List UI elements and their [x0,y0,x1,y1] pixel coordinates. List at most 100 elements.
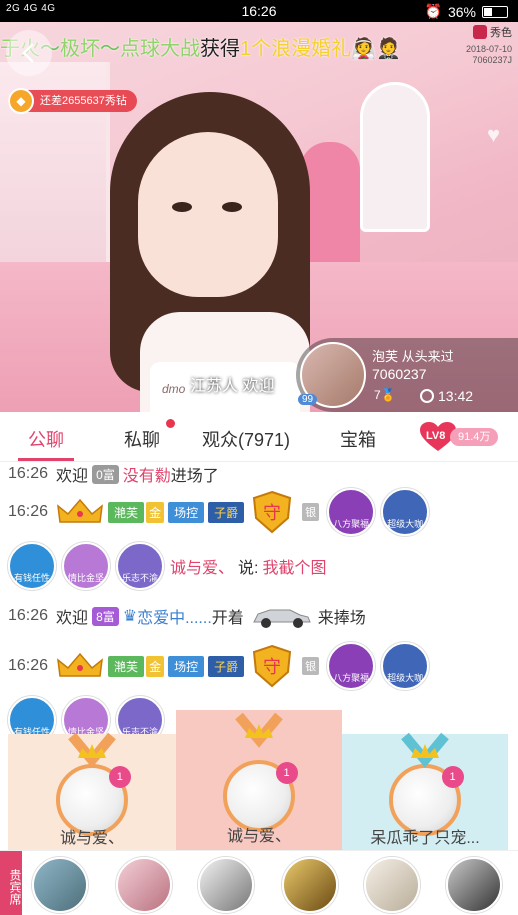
wealth-badge: 8富 [92,606,119,626]
host-level: 7🏅 [374,388,396,402]
gift-sender-name: 诚与爱、 [59,830,124,847]
noble-tag: 子爵 [208,501,245,523]
vip-avatar[interactable] [282,857,338,913]
vip-avatar[interactable] [446,857,502,913]
moderator-tag: 场控 [168,501,205,523]
medal-badge: 情比金坚 [62,542,110,590]
message-text: 欢迎 [56,610,89,627]
tab-audience[interactable]: 观众(7971) [202,426,290,452]
crown-ribbon-icon [235,712,283,748]
message-text: 说: [238,560,259,577]
message-time: 16:26 [8,607,49,624]
host-level-value: 7 [374,388,381,402]
watermark-date: 2018-07-10 [465,44,512,54]
diamond-icon: ◆ [8,88,34,114]
shield-text: 守 [263,657,281,678]
entrance-banner: 江苏人 欢迎 [190,378,275,395]
marquee-sep-2: 〜 [100,38,120,60]
chat-tabs: 公聊 私聊 观众(7971) 宝箱 LV8 91.4万 [0,412,518,462]
tab-active-indicator [18,458,74,461]
vip-avatar[interactable] [32,857,88,913]
message-time: 16:26 [8,657,49,674]
brand: 秀色 [473,24,512,40]
gift-rank-card[interactable]: 1 诚与爱、 [176,710,342,850]
message-text: 来捧场 [317,610,366,627]
host-level-badge-icon: 🏅 [380,388,396,402]
diamond-text: 还差2655637秀钻 [40,95,127,107]
battery-icon [482,5,508,18]
fan-tag: 滟芙 [108,655,145,677]
message-text: 进场了 [170,468,219,485]
vip-crown-icon: ♛ [122,608,138,625]
streamer-eye-right [222,202,242,212]
fan-tag: 滟芙 [108,501,145,523]
tab-private-chat[interactable]: 私聊 [124,426,160,452]
message-text: 欢迎 [56,468,89,485]
alarm-icon: ⏰ [424,3,442,19]
chat-message: 16:26 滟芙 金 场控 子爵 守 银 八方聚福 超级大咖 [8,642,435,690]
gift-rank-panel: 1 诚与爱、 1 诚与爱、 1 呆瓜乖了只宠... [8,710,508,850]
medal-badge: 有钱任性 [8,542,56,590]
gift-marquee: 于火〜极坏〜点球大战获得1个浪漫婚礼👰🤵 [0,32,401,61]
host-id: 7060237 [372,366,427,382]
entrance-level-badge: 99 [298,394,318,405]
vip-avatar[interactable] [116,857,172,913]
streamer-eye-left [172,202,192,212]
watermark-room-id: 7060237J [472,55,512,65]
gift-count-badge: 1 [441,766,464,788]
back-button[interactable] [6,30,52,76]
gold-tag: 金 [146,501,165,523]
gift-count-badge: 1 [108,766,131,788]
crown-icon [57,498,104,523]
brand-name: 秀色 [490,27,512,39]
gift-rank-card[interactable]: 1 诚与爱、 [8,732,176,850]
host-name: 泡芙 从头来过 [372,349,454,364]
diamond-progress[interactable]: ◆ 还差2655637秀钻 [8,88,137,114]
username[interactable]: 恋爱中...... [137,604,212,628]
vip-seat-label[interactable]: 贵宾席 [0,851,22,915]
level-label: LV8 [426,430,446,442]
crown-icon [57,652,104,677]
username[interactable]: 没有勬 [123,462,171,486]
message-content: 我截个图 [262,560,327,577]
gift-count-badge: 1 [275,762,298,784]
streamer-face [138,132,278,297]
guard-shield-icon: 守 [253,644,292,688]
medal-badge: 超级大咖 [381,642,430,690]
live-video[interactable]: dmo 于火〜极坏〜点球大战获得1个浪漫婚礼👰🤵 秀色 2018-07-10 7… [0,22,518,412]
noble-tag: 子爵 [208,655,245,677]
host-card[interactable]: 泡芙 从头来过 7060237 7🏅 13:42 [296,338,518,412]
back-arrow-icon [22,43,34,63]
vip-avatar[interactable] [364,857,420,913]
marquee-part-4: 获得 [200,38,240,60]
gold-tag: 金 [146,655,165,677]
medal-badge: 超级大咖 [381,488,430,536]
guard-shield-icon: 守 [253,490,292,534]
moderator-tag: 场控 [168,655,205,677]
live-time: 13:42 [438,388,474,404]
marquee-part-3: 点球大战 [120,38,200,60]
unread-dot [166,419,175,428]
vip-avatar[interactable] [198,857,254,913]
medal-badge: 乐志不渝 [116,542,164,590]
clock-icon [420,389,434,403]
username[interactable]: 诚与爱、 [170,554,234,578]
chat-message: 16:26 欢迎 0富 没有勬 进场了 [8,462,219,486]
marquee-part-5: 1个浪漫婚礼 [240,38,352,60]
silver-tag: 银 [302,657,320,675]
medal-badge: 八方聚福 [327,642,376,690]
silver-tag: 银 [302,503,320,521]
message-time: 16:26 [8,465,49,482]
brand-logo-icon [473,25,487,39]
marquee-part-2: 极坏 [60,38,100,60]
watermark-logo: 秀色 2018-07-10 7060237J [444,24,512,66]
floating-heart-icon: ♥ [486,122,500,147]
gift-sender-name: 诚与爱、 [226,828,291,845]
tab-treasure[interactable]: 宝箱 [340,426,376,452]
live-duration: 13:42 [420,388,473,404]
gift-rank-card[interactable]: 1 呆瓜乖了只宠... [342,732,508,850]
gift-sender-name: 呆瓜乖了只宠... [370,830,480,847]
status-right: ⏰ 36% [425,3,508,20]
shirt-print: dmo [162,382,186,396]
tab-public-chat[interactable]: 公聊 [28,426,64,452]
